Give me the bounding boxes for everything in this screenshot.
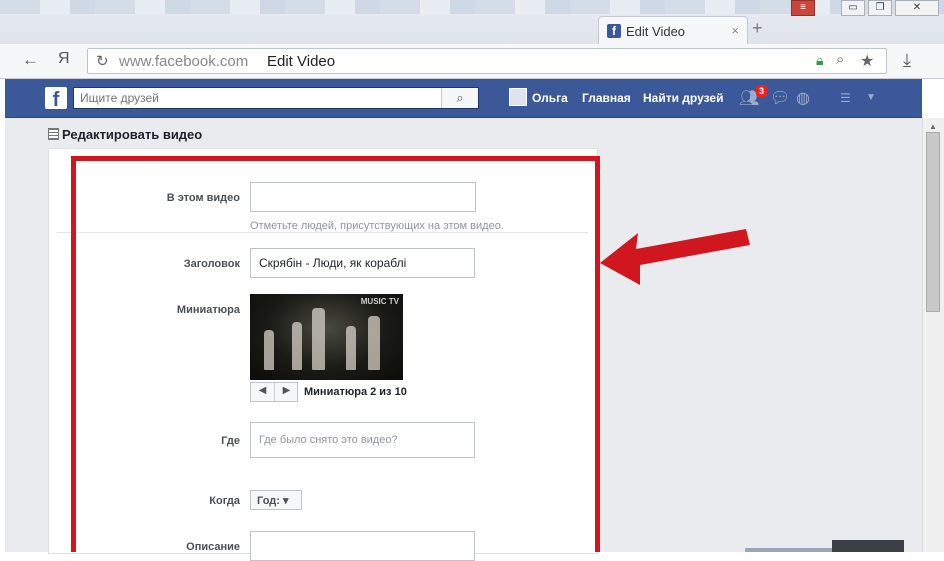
page-title-text: Редактировать видео: [62, 127, 203, 142]
address-bar[interactable]: ↻ www.facebook.com Edit Video 🔒︎ ⌕ ★: [87, 48, 887, 74]
account-menu-chevron-down-icon[interactable]: ▼: [866, 92, 876, 103]
yandex-button[interactable]: Я: [58, 50, 70, 68]
messages-icon[interactable]: 💬︎: [770, 88, 790, 108]
browser-titlebar: ≡ ▭ ❐ ✕ f Edit Video × +: [0, 0, 944, 44]
home-link[interactable]: Главная: [582, 91, 631, 105]
chat-button[interactable]: [832, 540, 904, 552]
film-icon: [48, 128, 59, 140]
profile-link[interactable]: Ольга: [532, 91, 568, 105]
avatar[interactable]: [509, 88, 527, 106]
red-arrow-icon: [600, 229, 750, 285]
browser-tab[interactable]: f Edit Video ×: [598, 16, 748, 44]
facebook-logo-icon[interactable]: f: [45, 87, 67, 109]
privacy-shortcuts-icon[interactable]: ☰: [840, 91, 851, 105]
scrollbar-thumb[interactable]: [926, 132, 940, 312]
download-icon[interactable]: ⤓: [903, 50, 911, 71]
reload-icon[interactable]: ↻: [96, 52, 109, 70]
bookmark-star-icon[interactable]: ★: [860, 51, 874, 71]
scroll-up-icon[interactable]: ▲: [929, 122, 937, 131]
search-input[interactable]: [74, 88, 446, 108]
friend-requests-badge: 3: [756, 85, 768, 97]
facebook-header: f ⌕ Ольга Главная Найти друзей 👥︎ 3 💬︎ ◍…: [5, 79, 922, 118]
search-box: ⌕: [73, 87, 479, 109]
facebook-favicon-icon: f: [607, 24, 621, 38]
chat-bar-strip: [745, 548, 832, 552]
restore-button[interactable]: ❐: [868, 0, 892, 16]
minimize-button[interactable]: ▭: [841, 0, 865, 16]
page-scrollbar[interactable]: ▲: [922, 118, 944, 552]
page-title: Редактировать видео: [48, 127, 202, 142]
red-highlight-frame: [71, 156, 600, 552]
new-tab-button[interactable]: +: [752, 18, 763, 39]
find-friends-link[interactable]: Найти друзей: [643, 91, 723, 105]
search-icon[interactable]: ⌕: [836, 51, 844, 68]
browser-menu-button[interactable]: ≡: [791, 0, 815, 16]
address-page-title: Edit Video: [267, 53, 336, 70]
back-arrow-icon[interactable]: ←: [22, 50, 39, 70]
tab-title: Edit Video: [626, 24, 686, 39]
address-url: www.facebook.com: [119, 53, 249, 70]
tab-close-icon[interactable]: ×: [731, 23, 739, 38]
notifications-globe-icon[interactable]: ◍: [796, 88, 810, 108]
search-icon[interactable]: ⌕: [441, 88, 478, 108]
browser-toolbar: ← Я ↻ www.facebook.com Edit Video 🔒︎ ⌕ ★…: [0, 44, 944, 79]
lock-icon: 🔒︎: [816, 52, 824, 68]
close-window-button[interactable]: ✕: [895, 0, 939, 16]
